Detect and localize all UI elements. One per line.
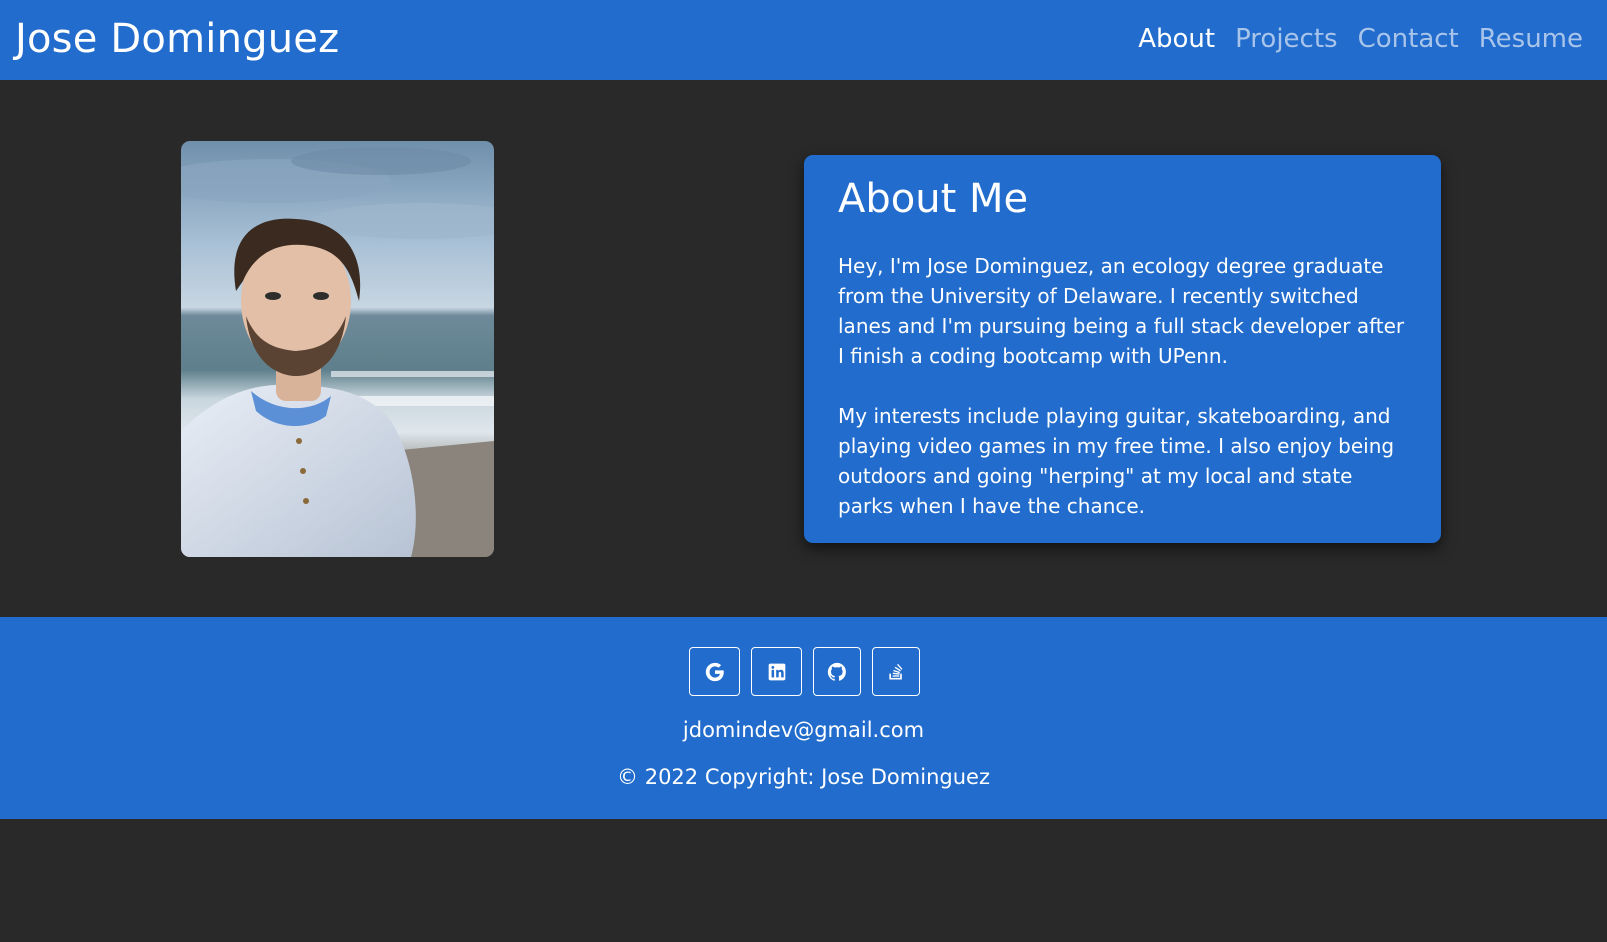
profile-photo [181,141,494,557]
google-button[interactable] [689,647,740,696]
nav-link-about[interactable]: About [1128,24,1225,54]
footer-email[interactable]: jdomindev@gmail.com [0,718,1607,742]
social-links [0,647,1607,696]
about-paragraph-1: Hey, I'm Jose Dominguez, an ecology degr… [838,254,1405,368]
nav-link-contact[interactable]: Contact [1348,24,1469,54]
nav-link-resume[interactable]: Resume [1469,24,1593,54]
github-button[interactable] [813,647,861,696]
stack-overflow-button[interactable] [872,647,920,696]
nav-link-projects[interactable]: Projects [1225,24,1348,54]
footer-copyright: © 2022 Copyright: Jose Dominguez [617,765,990,789]
about-title: About Me [838,176,1029,222]
navbar: Jose Dominguez About Projects Contact Re… [0,0,1607,80]
linkedin-icon [768,663,785,680]
linkedin-button[interactable] [751,647,802,696]
stack-overflow-icon [889,663,903,679]
brand-title[interactable]: Jose Dominguez [15,16,339,62]
footer: jdomindev@gmail.com © 2022 Copyright: Jo… [0,617,1607,819]
nav-links: About Projects Contact Resume [1128,24,1593,54]
google-icon [705,662,724,681]
main-content: About Me Hey, I'm Jose Dominguez, an eco… [0,80,1607,617]
about-card: About Me Hey, I'm Jose Dominguez, an eco… [804,155,1441,543]
about-paragraph-2: My interests include playing guitar, ska… [838,404,1395,518]
github-icon [827,662,846,681]
